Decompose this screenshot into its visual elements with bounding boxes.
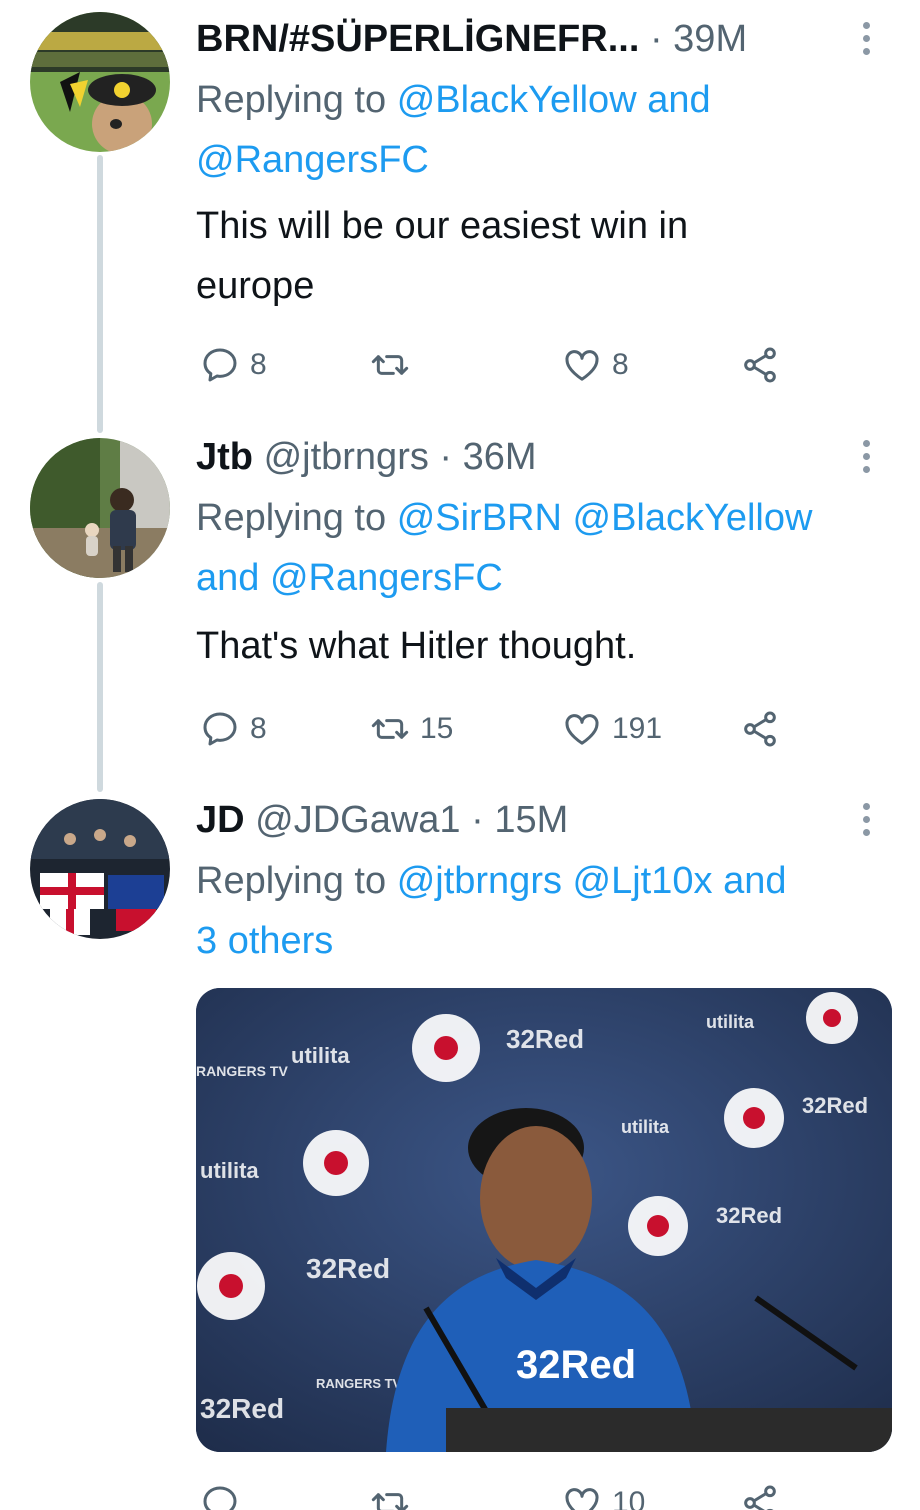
- like-icon: [565, 714, 599, 745]
- backdrop-utilita-text: utilita: [706, 1012, 755, 1032]
- like-count: 10: [612, 1486, 646, 1510]
- like-count: 191: [612, 712, 663, 745]
- avatar[interactable]: [30, 12, 170, 152]
- tweet-text-line1: This will be our easiest win in: [196, 205, 689, 247]
- backdrop-sponsor-text: 32Red: [716, 1203, 782, 1228]
- replying-mentions-line1[interactable]: @SirBRN @BlackYellow: [397, 497, 813, 539]
- timestamp[interactable]: 36M: [463, 436, 537, 478]
- tweet-text: That's what Hitler thought.: [196, 625, 637, 667]
- share-button[interactable]: [740, 704, 780, 754]
- display-name[interactable]: JD: [196, 799, 245, 841]
- reply-button[interactable]: [200, 1478, 240, 1510]
- thread-line-2: [97, 582, 103, 792]
- separator-dot: ·: [649, 18, 674, 60]
- retweet-icon: [371, 719, 409, 739]
- reply-icon: [203, 348, 237, 382]
- tweet-media-image[interactable]: 32Red 32Red 32Red 32Red 32Red utilita ut…: [196, 988, 892, 1452]
- backdrop-sponsor-text: 32Red: [802, 1093, 868, 1118]
- avatar[interactable]: [30, 799, 170, 939]
- thread-line-1: [97, 155, 103, 433]
- replying-prefix: Replying to: [196, 860, 387, 902]
- replying-mentions-line2[interactable]: and @RangersFC: [196, 557, 503, 599]
- replying-prefix: Replying to: [196, 497, 387, 539]
- reply-count: 8: [250, 348, 267, 381]
- like-icon: [565, 350, 599, 381]
- like-button[interactable]: 10: [562, 1478, 645, 1510]
- like-icon: [565, 1488, 599, 1510]
- user-handle[interactable]: @JDGawa1: [255, 799, 460, 841]
- backdrop-utilita-text: utilita: [621, 1117, 670, 1137]
- timestamp[interactable]: 15M: [494, 799, 568, 841]
- backdrop-sponsor-text: 32Red: [306, 1253, 390, 1284]
- backdrop-tv-text: RANGERS TV: [316, 1376, 402, 1391]
- shirt-sponsor-text: 32Red: [516, 1343, 636, 1387]
- reply-icon: [203, 712, 237, 746]
- like-count: 8: [612, 348, 629, 381]
- timestamp[interactable]: 39M: [673, 18, 747, 60]
- backdrop-utilita-text: utilita: [200, 1158, 259, 1183]
- user-handle[interactable]: @jtbrngrs: [264, 436, 429, 478]
- replying-mentions-line2[interactable]: @RangersFC: [196, 139, 429, 181]
- backdrop-tv-text: RANGERS TV: [196, 1063, 288, 1079]
- share-icon: [744, 1485, 776, 1510]
- separator-dot: ·: [439, 436, 463, 478]
- retweet-button[interactable]: [370, 340, 420, 390]
- like-button[interactable]: 8: [562, 340, 629, 390]
- retweet-icon: [371, 355, 409, 375]
- share-button[interactable]: [740, 340, 780, 390]
- retweet-button[interactable]: 15: [370, 704, 453, 754]
- backdrop-sponsor-text: 32Red: [200, 1393, 284, 1424]
- retweet-icon: [371, 1493, 409, 1510]
- share-icon: [744, 347, 776, 383]
- display-name[interactable]: Jtb: [196, 436, 253, 478]
- replying-mentions-line1[interactable]: @BlackYellow and: [397, 79, 711, 121]
- backdrop-sponsor-text: 32Red: [506, 1024, 584, 1054]
- replying-to: Replying to @BlackYellow and: [196, 70, 890, 130]
- replying-mentions-line1[interactable]: @jtbrngrs @Ljt10x and: [397, 860, 787, 902]
- display-name[interactable]: BRN/#SÜPERLİGNEFR...: [196, 18, 639, 60]
- reply-count: 8: [250, 712, 267, 745]
- avatar[interactable]: [30, 438, 170, 578]
- tweet-text-line2: europe: [196, 265, 315, 307]
- more-icon[interactable]: [860, 440, 872, 476]
- more-icon[interactable]: [860, 803, 872, 839]
- backdrop-utilita-text: utilita: [291, 1043, 350, 1068]
- share-button[interactable]: [740, 1478, 780, 1510]
- reply-button[interactable]: 8: [200, 704, 267, 754]
- more-icon[interactable]: [860, 22, 872, 58]
- reply-icon: [203, 1486, 237, 1510]
- reply-button[interactable]: 8: [200, 340, 267, 390]
- replying-prefix: Replying to: [196, 79, 387, 121]
- like-button[interactable]: 191: [562, 704, 662, 754]
- retweet-count: 15: [420, 712, 454, 745]
- replying-mentions-line2[interactable]: 3 others: [196, 920, 333, 962]
- separator-dot: ·: [471, 799, 495, 841]
- share-icon: [744, 711, 776, 747]
- retweet-button[interactable]: [370, 1478, 410, 1510]
